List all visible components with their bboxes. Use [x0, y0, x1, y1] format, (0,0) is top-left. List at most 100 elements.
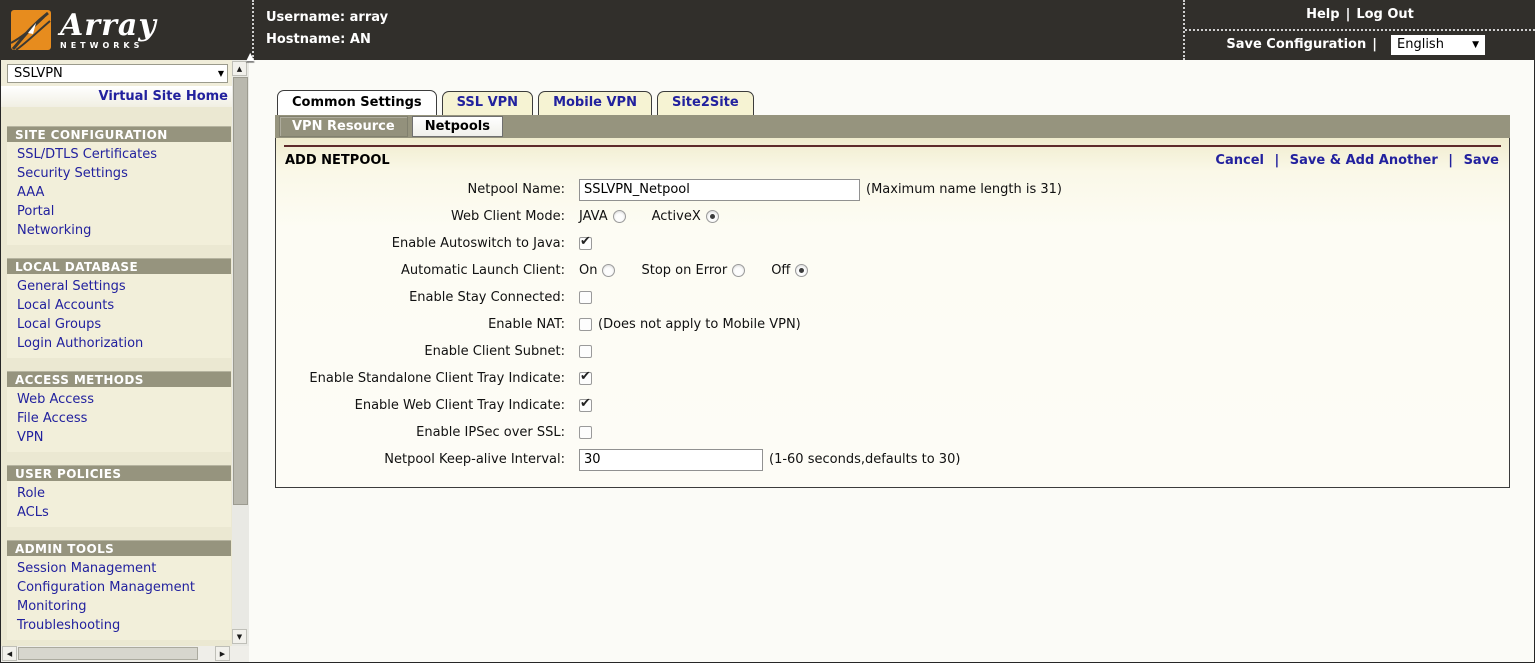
check-icon: ✔	[580, 234, 591, 249]
sidebar-item-troubleshooting[interactable]: Troubleshooting	[7, 616, 231, 635]
session-info: Username: array Hostname: AN	[252, 0, 892, 60]
stay-connected-checkbox[interactable]: ✔	[579, 291, 592, 304]
brand-logo: Array NETWORKS	[0, 0, 252, 60]
sidebar-item-configuration-management[interactable]: Configuration Management	[7, 578, 231, 597]
help-link[interactable]: Help	[1306, 7, 1339, 22]
section-header: ACCESS METHODS	[7, 371, 231, 387]
check-icon: ✔	[580, 369, 591, 384]
chevron-down-icon: ▼	[1472, 40, 1479, 50]
scroll-right-button[interactable]: ▶	[215, 646, 230, 661]
field-enable-nat: Enable NAT: ✔ (Does not apply to Mobile …	[276, 311, 1509, 338]
field-web-client-mode: Web Client Mode: JAVA ActiveX	[276, 203, 1509, 230]
field-autoswitch-java: Enable Autoswitch to Java: ✔	[276, 230, 1509, 257]
field-standalone-tray: Enable Standalone Client Tray Indicate: …	[276, 365, 1509, 392]
separator: |	[1346, 7, 1351, 22]
radio-off[interactable]	[795, 264, 808, 277]
sidebar-item-session-management[interactable]: Session Management	[7, 559, 231, 578]
sidebar-vertical-scrollbar[interactable]: ▲ ▼	[232, 60, 249, 646]
radio-activex[interactable]	[706, 210, 719, 223]
sidebar-section-local-database: LOCAL DATABASE General Settings Local Ac…	[1, 258, 232, 358]
sidebar-item-vpn[interactable]: VPN	[7, 428, 231, 447]
scroll-up-button[interactable]: ▲	[232, 61, 247, 76]
keepalive-interval-input[interactable]	[579, 449, 763, 471]
vertical-scroll-thumb[interactable]	[233, 77, 248, 505]
radio-label-off: Off	[771, 263, 790, 278]
field-ipsec-over-ssl: Enable IPSec over SSL: ✔	[276, 419, 1509, 446]
sidebar-item-local-accounts[interactable]: Local Accounts	[7, 296, 231, 315]
tab-mobile-vpn[interactable]: Mobile VPN	[538, 91, 652, 115]
radio-label-java: JAVA	[579, 209, 608, 224]
field-web-tray: Enable Web Client Tray Indicate: ✔	[276, 392, 1509, 419]
sidebar-item-ssl-dtls-certificates[interactable]: SSL/DTLS Certificates	[7, 145, 231, 164]
select-arrow-icon: ▼	[218, 69, 224, 78]
sidebar-item-role[interactable]: Role	[7, 484, 231, 503]
array-logo-icon	[10, 9, 52, 51]
netpool-form: Netpool Name: (Maximum name length is 31…	[276, 173, 1509, 473]
web-tray-checkbox[interactable]: ✔	[579, 399, 592, 412]
scroll-down-icon: ▼	[237, 633, 242, 641]
sidebar-section-access-methods: ACCESS METHODS Web Access File Access VP…	[1, 371, 232, 452]
field-stay-connected: Enable Stay Connected: ✔	[276, 284, 1509, 311]
scroll-down-button[interactable]: ▼	[232, 629, 247, 644]
sidebar-item-web-access[interactable]: Web Access	[7, 390, 231, 409]
sidebar-item-portal[interactable]: Portal	[7, 202, 231, 221]
save-and-add-another-button[interactable]: Save & Add Another	[1290, 153, 1438, 168]
field-netpool-name: Netpool Name: (Maximum name length is 31…	[276, 176, 1509, 203]
tab-ssl-vpn[interactable]: SSL VPN	[442, 91, 533, 115]
scroll-right-icon: ▶	[220, 650, 225, 658]
logo-brand-text: Array	[60, 11, 157, 41]
username-value: array	[350, 10, 388, 25]
nat-checkbox[interactable]: ✔	[579, 318, 592, 331]
virtual-site-value: SSLVPN	[14, 66, 63, 81]
radio-java[interactable]	[613, 210, 626, 223]
primary-tabs: Common Settings SSL VPN Mobile VPN Site2…	[277, 90, 754, 115]
nat-hint: (Does not apply to Mobile VPN)	[598, 317, 801, 332]
field-client-subnet: Enable Client Subnet: ✔	[276, 338, 1509, 365]
sidebar-item-login-authorization[interactable]: Login Authorization	[7, 334, 231, 353]
field-keepalive-interval: Netpool Keep-alive Interval: (1-60 secon…	[276, 446, 1509, 473]
hostname-value: AN	[350, 32, 371, 47]
radio-on[interactable]	[602, 264, 615, 277]
section-header: USER POLICIES	[7, 465, 231, 481]
sidebar-item-aaa[interactable]: AAA	[7, 183, 231, 202]
virtual-site-select[interactable]: SSLVPN ▼	[7, 64, 228, 83]
virtual-site-home-link[interactable]: Virtual Site Home	[99, 89, 228, 104]
radio-stop-on-error[interactable]	[732, 264, 745, 277]
main-content: Common Settings SSL VPN Mobile VPN Site2…	[249, 60, 1534, 661]
language-select[interactable]: English ▼	[1391, 35, 1485, 55]
cancel-button[interactable]: Cancel	[1215, 153, 1264, 168]
hostname-label: Hostname:	[266, 32, 345, 47]
standalone-tray-checkbox[interactable]: ✔	[579, 372, 592, 385]
save-configuration-link[interactable]: Save Configuration	[1226, 37, 1366, 52]
subtab-vpn-resource[interactable]: VPN Resource	[279, 116, 408, 137]
ipsec-checkbox[interactable]: ✔	[579, 426, 592, 439]
section-header: ADMIN TOOLS	[7, 540, 231, 556]
sidebar-section-admin-tools: ADMIN TOOLS Session Management Configura…	[1, 540, 232, 640]
netpool-name-input[interactable]	[579, 179, 860, 201]
check-icon: ✔	[580, 396, 591, 411]
secondary-tab-bar: VPN Resource Netpools	[275, 115, 1510, 138]
sidebar-item-file-access[interactable]: File Access	[7, 409, 231, 428]
tab-site2site[interactable]: Site2Site	[657, 91, 754, 115]
separator: |	[1372, 37, 1377, 52]
autoswitch-checkbox[interactable]: ✔	[579, 237, 592, 250]
sidebar-item-security-settings[interactable]: Security Settings	[7, 164, 231, 183]
subtab-netpools[interactable]: Netpools	[412, 116, 503, 137]
sidebar-item-networking[interactable]: Networking	[7, 221, 231, 240]
tab-common-settings[interactable]: Common Settings	[277, 90, 437, 115]
save-button[interactable]: Save	[1464, 153, 1499, 168]
header-right-panel: Help | Log Out Save Configuration | Engl…	[1183, 0, 1535, 60]
horizontal-scroll-thumb[interactable]	[18, 647, 198, 660]
sidebar-horizontal-scrollbar[interactable]: ◀ ▶	[1, 646, 232, 662]
sidebar-item-monitoring[interactable]: Monitoring	[7, 597, 231, 616]
sidebar-item-acls[interactable]: ACLs	[7, 503, 231, 522]
client-subnet-checkbox[interactable]: ✔	[579, 345, 592, 358]
sidebar-item-general-settings[interactable]: General Settings	[7, 277, 231, 296]
radio-label-activex: ActiveX	[652, 209, 701, 224]
sidebar-item-local-groups[interactable]: Local Groups	[7, 315, 231, 334]
scroll-up-icon: ▲	[237, 65, 242, 73]
sidebar-collapse-arrow[interactable]: ▲	[246, 50, 254, 63]
scroll-left-button[interactable]: ◀	[2, 646, 17, 661]
sidebar: SSLVPN ▼ Virtual Site Home SITE CONFIGUR…	[1, 60, 232, 646]
logout-link[interactable]: Log Out	[1356, 7, 1414, 22]
